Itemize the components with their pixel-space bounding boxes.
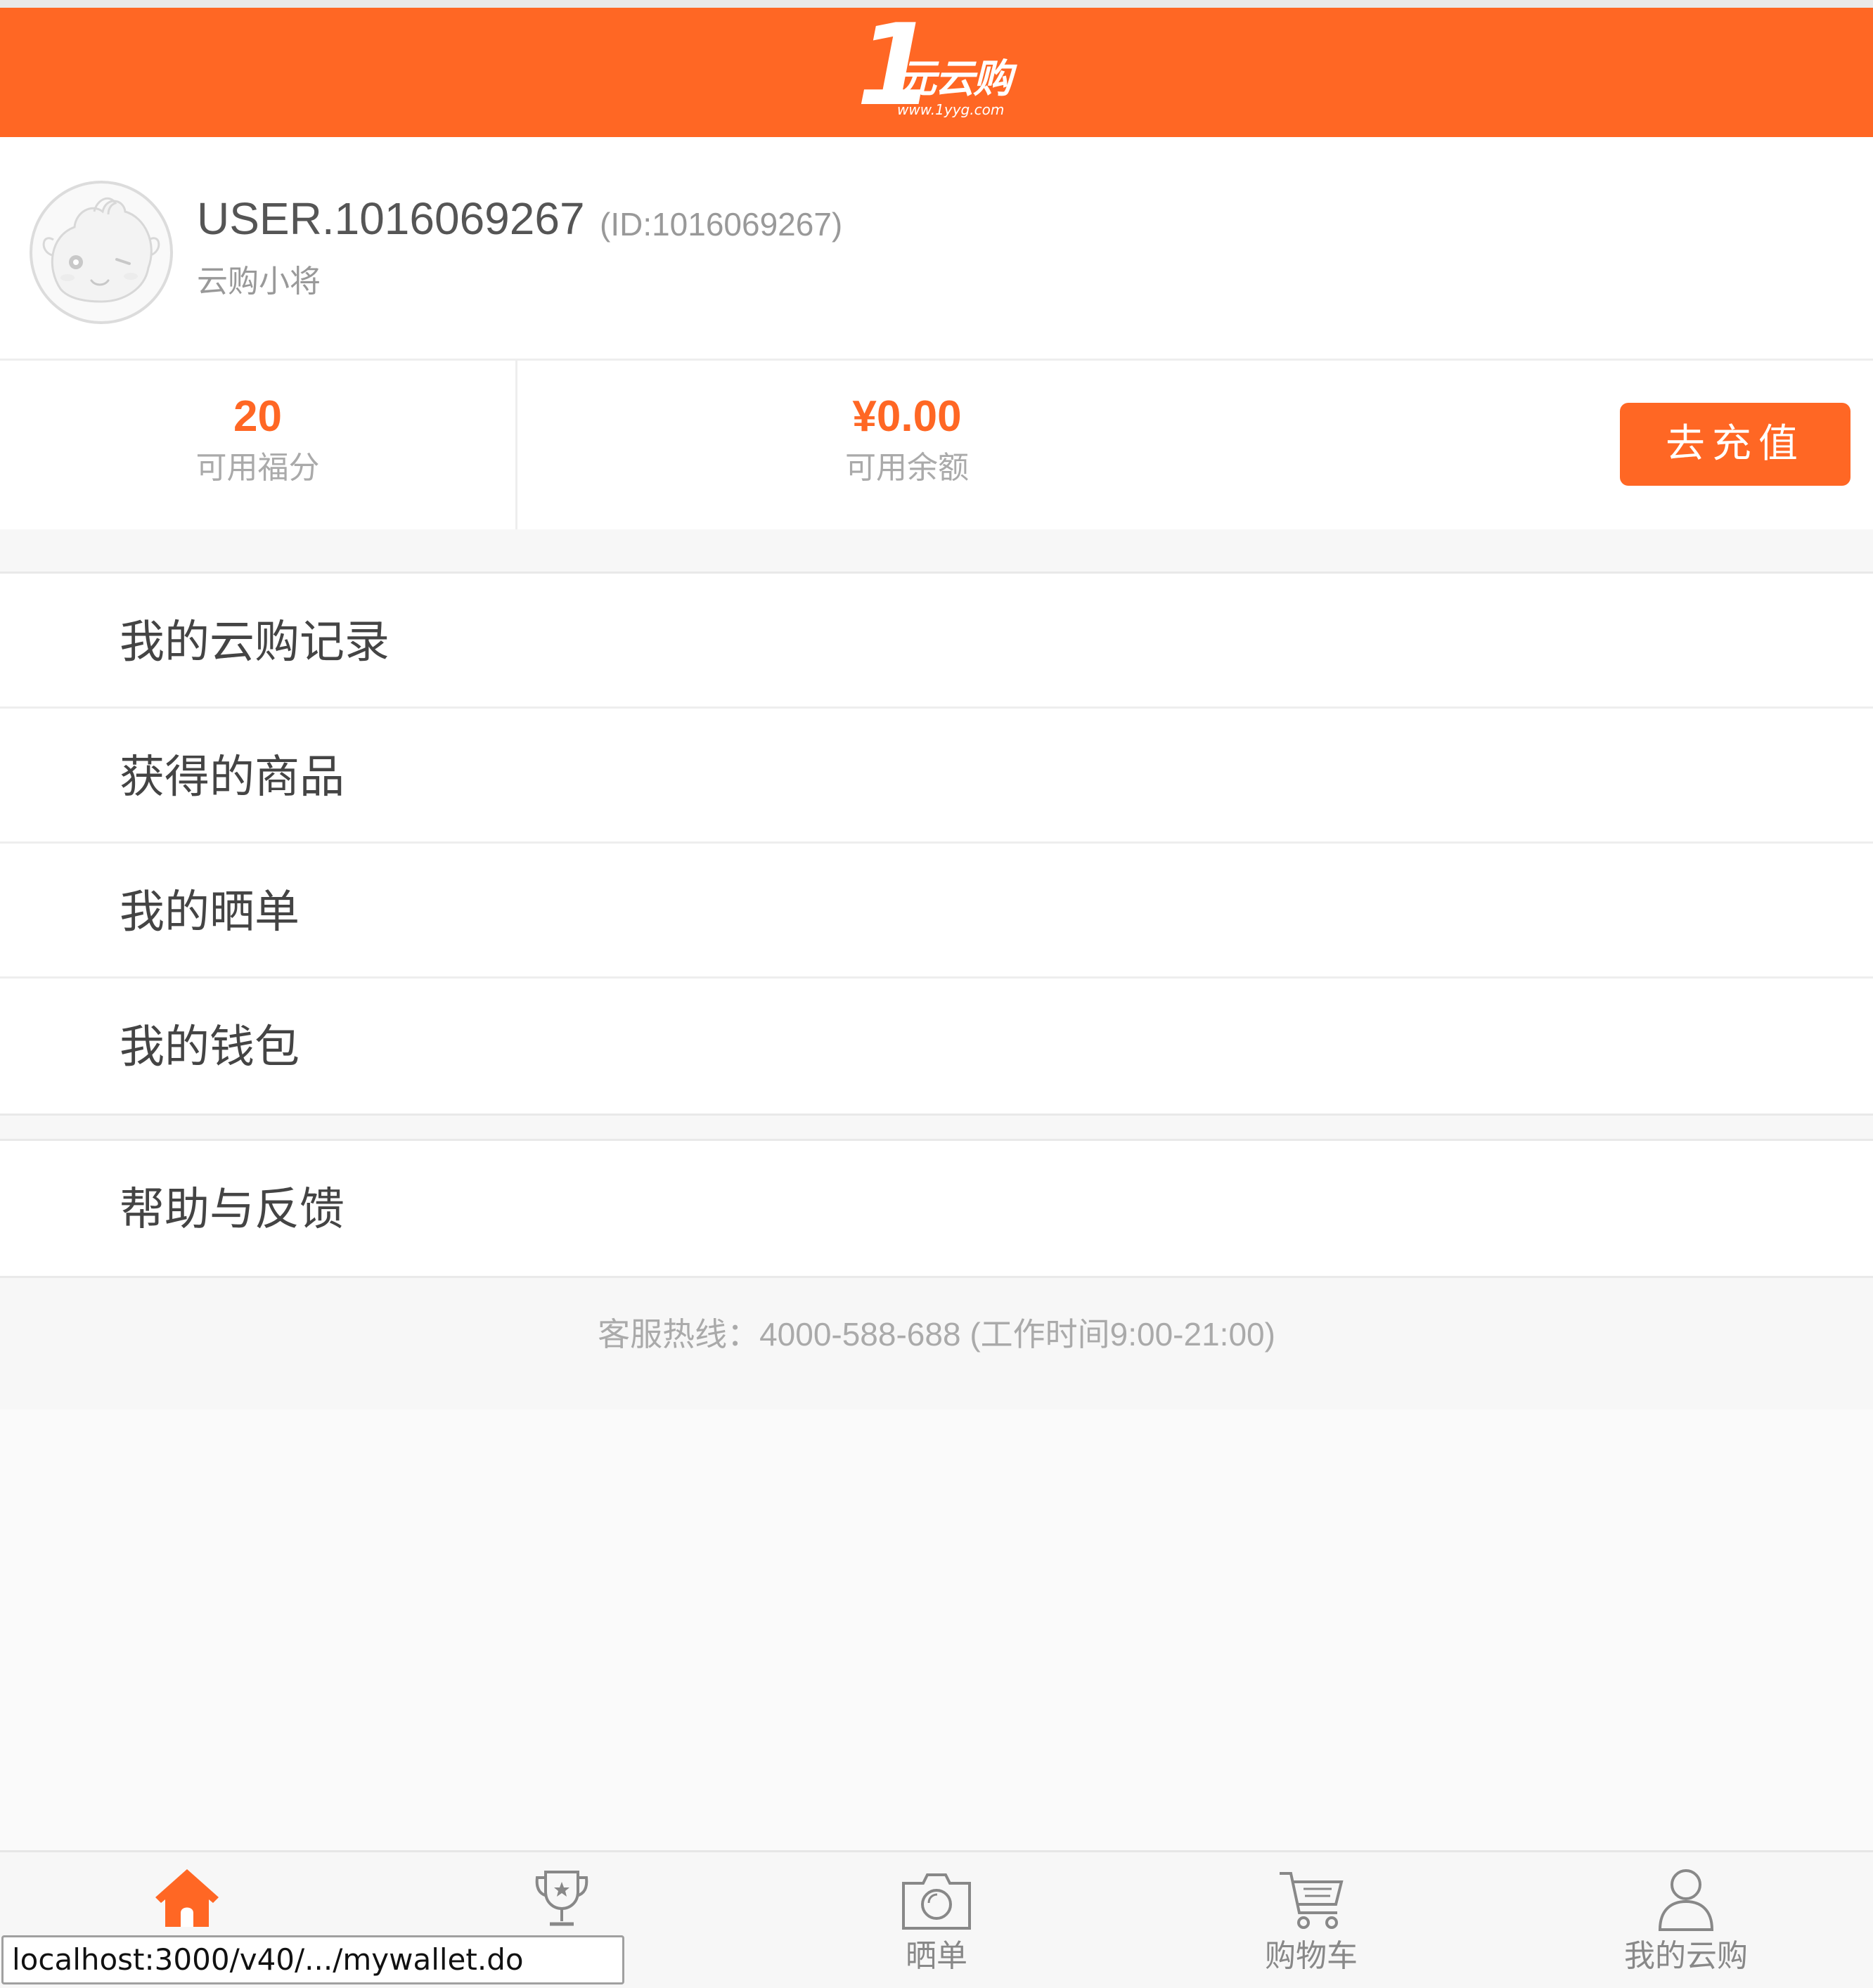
app-header: 1 元云购 www.1yyg.com bbox=[0, 0, 1873, 137]
brand-logo[interactable]: 1 元云购 www.1yyg.com bbox=[856, 9, 1017, 127]
menu-item-label: 获得的商品 bbox=[120, 751, 345, 803]
user-icon bbox=[1647, 1864, 1725, 1934]
balance-label: 可用余额 bbox=[845, 450, 969, 486]
account-stats: 20 可用福分 ¥0.00 可用余额 去充值 bbox=[0, 361, 1873, 529]
account-menu: 我的云购记录 获得的商品 我的晒单 我的钱包 bbox=[0, 572, 1873, 1116]
points-value: 20 bbox=[233, 392, 282, 441]
page-background bbox=[0, 1409, 1873, 1852]
mascot-avatar-icon bbox=[42, 197, 160, 303]
home-icon bbox=[148, 1864, 226, 1934]
menu-item-my-shares[interactable]: 我的晒单 bbox=[0, 844, 1873, 979]
cart-icon bbox=[1273, 1864, 1350, 1934]
menu-item-my-wallet[interactable]: 我的钱包 bbox=[0, 979, 1873, 1114]
menu-item-help-feedback[interactable]: 帮助与反馈 bbox=[0, 1141, 1873, 1276]
service-hotline: 客服热线：4000-588-688 (工作时间9:00-21:00) bbox=[598, 1316, 1275, 1353]
status-bar-url: localhost:3000/v40/.../mywallet.do bbox=[1, 1935, 624, 1984]
camera-icon bbox=[898, 1864, 975, 1934]
recharge-button[interactable]: 去充值 bbox=[1620, 403, 1851, 486]
user-level: 云购小将 bbox=[197, 264, 321, 299]
menu-item-label: 我的钱包 bbox=[120, 1021, 300, 1073]
help-menu: 帮助与反馈 bbox=[0, 1139, 1873, 1278]
menu-item-purchase-records[interactable]: 我的云购记录 bbox=[0, 574, 1873, 709]
tab-cart[interactable]: 购物车 bbox=[1124, 1852, 1498, 1988]
menu-item-label: 我的云购记录 bbox=[120, 617, 390, 669]
trophy-icon bbox=[523, 1864, 600, 1934]
menu-item-label: 帮助与反馈 bbox=[120, 1184, 345, 1236]
profile-card: USER.1016069267 (ID:1016069267) 云购小将 bbox=[0, 137, 1873, 361]
balance-value: ¥0.00 bbox=[852, 392, 962, 441]
tab-label: 我的云购 bbox=[1624, 1938, 1748, 1974]
menu-item-label: 我的晒单 bbox=[120, 886, 300, 938]
username: USER.1016069267 bbox=[197, 193, 585, 244]
avatar[interactable] bbox=[30, 181, 173, 324]
logo-url: www.1yyg.com bbox=[897, 101, 1005, 118]
stats-divider bbox=[515, 361, 517, 529]
tab-label: 购物车 bbox=[1265, 1938, 1358, 1974]
points-label: 可用福分 bbox=[195, 450, 320, 486]
user-id: (ID:1016069267) bbox=[600, 206, 843, 243]
tab-shares[interactable]: 晒单 bbox=[749, 1852, 1124, 1988]
tab-my-account[interactable]: 我的云购 bbox=[1499, 1852, 1873, 1988]
logo-text: 元云购 bbox=[897, 56, 1012, 102]
tab-label: 晒单 bbox=[906, 1938, 967, 1974]
menu-item-won-products[interactable]: 获得的商品 bbox=[0, 709, 1873, 844]
